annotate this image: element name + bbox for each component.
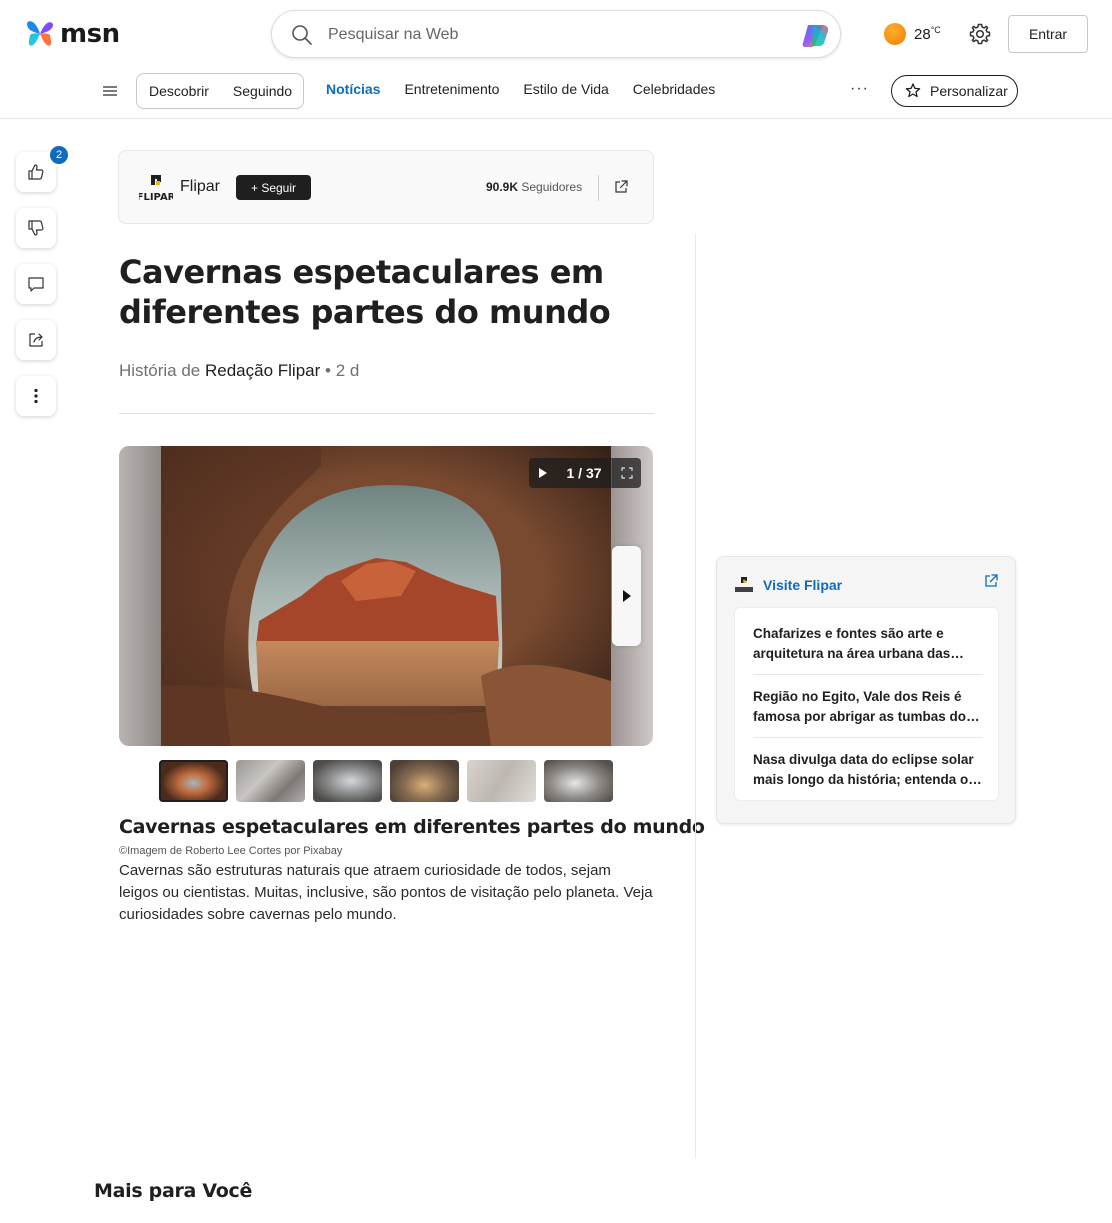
more-vertical-icon [34,388,38,404]
publisher-name[interactable]: Flipar [180,178,220,196]
personalize-label: Personalizar [930,83,1008,99]
divider [753,737,983,738]
image-credit: ©Imagem de Roberto Lee Cortes por Pixaba… [119,845,343,857]
byline: História de Redação Flipar • 2 d [119,361,360,380]
flipar-logo[interactable]: FLIPAR [139,173,173,203]
comment-icon [28,277,44,292]
tab-seguindo[interactable]: Seguindo [221,83,304,99]
search-box[interactable] [271,10,841,58]
more-for-you-heading: Mais para Você [94,1180,253,1202]
flipar-logo-text: FLIPAR [139,192,173,203]
msn-logo[interactable]: msn [24,18,120,50]
column-divider [695,234,696,1158]
butterfly-logo-icon [27,21,53,46]
fullscreen-button[interactable] [611,458,641,488]
follow-button[interactable]: + Seguir [236,175,311,200]
thumbnail[interactable] [236,760,305,802]
thumbnail[interactable] [544,760,613,802]
image-gallery: 1 / 37 [119,446,653,746]
external-link-icon[interactable] [613,179,629,195]
related-story-item[interactable]: Região no Egito, Vale dos Reis é famosa … [753,687,983,727]
caption-title: Cavernas espetaculares em diferentes par… [119,816,705,838]
nav-link-noticias[interactable]: Notícias [326,81,380,97]
next-slide-button[interactable] [612,546,641,646]
copilot-icon[interactable] [800,19,832,51]
thumbnail[interactable] [159,760,228,802]
share-button[interactable] [16,320,56,360]
top-header: msn 28°C Entrar [0,0,1112,68]
category-nav: Descobrir Seguindo Notícias Entretenimen… [0,68,1112,119]
temperature: 28°C [914,25,941,43]
thumbnail-strip [159,760,613,802]
signin-button[interactable]: Entrar [1008,15,1088,53]
related-story-item[interactable]: Chafarizes e fontes são arte e arquitetu… [753,624,983,664]
slideshow-controls: 1 / 37 [529,458,641,488]
divider [119,413,654,414]
divider [753,674,983,675]
search-icon[interactable] [290,23,314,47]
chevron-right-icon [622,590,631,602]
nav-link-entretenimento[interactable]: Entretenimento [404,81,499,97]
slide-counter: 1 / 37 [566,465,602,481]
personalize-button[interactable]: Personalizar [891,75,1018,107]
gallery-image[interactable] [161,446,611,746]
thumbnail[interactable] [467,760,536,802]
logo-text: msn [60,19,120,49]
thumbs-up-icon [28,164,44,180]
visit-publisher-link[interactable]: Visite Flipar [763,577,842,593]
nav-link-estilo-de-vida[interactable]: Estilo de Vida [523,81,608,97]
dislike-button[interactable] [16,208,56,248]
play-button[interactable] [529,458,557,488]
nav-link-celebridades[interactable]: Celebridades [633,81,716,97]
gear-icon[interactable] [968,22,992,46]
nav-links: Notícias Entretenimento Estilo de Vida C… [326,81,715,97]
comment-button[interactable] [16,264,56,304]
star-edit-icon [905,83,921,98]
play-icon [539,468,547,478]
weather-widget[interactable]: 28°C [884,20,941,48]
followers-count: 90.9K Seguidores [486,180,583,194]
more-categories-button[interactable]: ··· [850,80,869,98]
feed-toggle: Descobrir Seguindo [136,73,304,109]
divider [598,175,599,201]
related-stories-card: Visite Flipar Chafarizes e fontes são ar… [716,556,1016,824]
more-options-button[interactable] [16,376,56,416]
caption-body: Cavernas são estruturas naturais que atr… [119,862,653,923]
tab-descobrir[interactable]: Descobrir [137,83,221,99]
thumbnail[interactable] [390,760,459,802]
fullscreen-icon [620,467,633,479]
hamburger-menu-icon[interactable] [101,82,119,100]
search-input[interactable] [328,21,778,49]
thumbnail[interactable] [313,760,382,802]
related-stories-list: Chafarizes e fontes são arte e arquitetu… [734,607,999,801]
publisher-card: FLIPAR Flipar + Seguir 90.9K Seguidores [118,150,654,224]
related-story-item[interactable]: Nasa divulga data do eclipse solar mais … [753,750,983,790]
author-link[interactable]: Redação Flipar [205,361,320,380]
thumbs-down-icon [28,220,44,236]
flipar-logo [735,577,753,592]
like-count-badge: 2 [48,144,70,166]
share-icon [29,333,43,347]
external-link-icon[interactable] [983,573,999,589]
article-title: Cavernas espetaculares em diferentes par… [119,253,611,331]
sun-icon [884,23,906,45]
